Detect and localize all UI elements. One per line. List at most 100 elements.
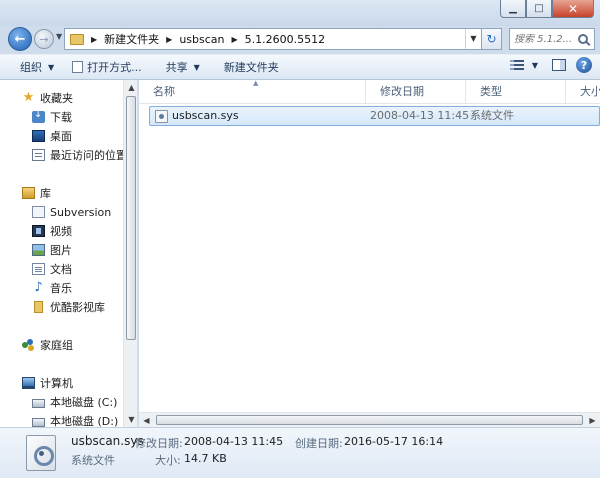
nav-item-drive-d[interactable]: 本地磁盘 (D:) xyxy=(32,412,118,427)
open-with-label: 打开方式... xyxy=(87,61,142,74)
column-type-label: 类型 xyxy=(480,85,502,98)
nav-pane-scrollbar[interactable]: ▲ ▼ xyxy=(123,80,137,427)
breadcrumb-separator[interactable]: ▶ xyxy=(166,35,172,44)
document-icon xyxy=(32,263,45,275)
share-button[interactable]: 共享 ▼ xyxy=(160,56,206,78)
subversion-icon xyxy=(32,206,45,218)
forward-arrow-icon: → xyxy=(39,32,49,46)
nav-computer-label: 计算机 xyxy=(40,377,73,390)
star-icon: ★ xyxy=(22,90,35,105)
column-header-modified[interactable]: 修改日期 xyxy=(366,80,466,104)
nav-homegroup[interactable]: 家庭组 xyxy=(22,336,73,354)
nav-item-label: 最近访问的位置 xyxy=(50,149,127,162)
back-button[interactable]: ← xyxy=(8,27,32,51)
search-input[interactable] xyxy=(514,33,576,45)
address-bar-controls: ▼ ↻ xyxy=(465,29,501,49)
organize-label: 组织 xyxy=(20,61,42,74)
new-folder-button[interactable]: 新建文件夹 xyxy=(218,56,285,78)
details-size-value: 14.7 KB xyxy=(184,452,227,465)
file-list-horizontal-scrollbar[interactable]: ◀ ▶ xyxy=(139,412,600,427)
nav-libraries-label: 库 xyxy=(40,187,51,200)
recent-places-icon xyxy=(32,149,45,161)
file-row[interactable]: usbscan.sys 2008-04-13 11:45 系统文件 xyxy=(149,106,600,126)
breadcrumb-separator[interactable]: ▶ xyxy=(91,35,97,44)
nav-item-label: 视频 xyxy=(50,225,72,238)
navigation-pane: ★ 收藏夹 下载 桌面 最近访问的位置 库 Subversion 视频 图片 文… xyxy=(0,80,138,427)
view-options-dropdown[interactable]: ▼ xyxy=(532,61,538,70)
address-bar[interactable]: ▶ 新建文件夹 ▶ usbscan ▶ 5.1.2600.5512 ▼ ↻ xyxy=(64,28,502,50)
refresh-button[interactable]: ↻ xyxy=(481,29,501,49)
change-view-icon[interactable] xyxy=(509,59,524,71)
computer-icon xyxy=(22,377,35,389)
scroll-right-arrow[interactable]: ▶ xyxy=(585,413,600,427)
nav-item-label: 优酷影视库 xyxy=(50,301,105,314)
details-modified-value: 2008-04-13 11:45 xyxy=(184,435,284,448)
nav-item-videos[interactable]: 视频 xyxy=(32,222,72,240)
address-history-dropdown[interactable]: ▼ xyxy=(465,29,481,49)
details-modified-label: 修改日期: xyxy=(135,437,183,450)
nav-favorites[interactable]: ★ 收藏夹 xyxy=(22,89,73,107)
nav-item-desktop[interactable]: 桌面 xyxy=(32,127,72,145)
nav-item-subversion[interactable]: Subversion xyxy=(32,203,111,221)
breadcrumb-usbscan[interactable]: usbscan xyxy=(179,33,224,46)
download-icon xyxy=(32,109,45,123)
column-name-label: 名称 xyxy=(153,85,175,98)
command-toolbar: 组织 ▼ 打开方式... 共享 ▼ 新建文件夹 ▼ ? xyxy=(0,54,600,80)
nav-libraries[interactable]: 库 xyxy=(22,184,51,202)
nav-item-label: 音乐 xyxy=(50,282,72,295)
breadcrumb-version[interactable]: 5.1.2600.5512 xyxy=(245,33,325,46)
homegroup-icon xyxy=(22,339,35,351)
nav-item-label: Subversion xyxy=(50,205,112,219)
title-bar: ▁ □ ✕ xyxy=(0,0,600,26)
chevron-down-icon: ▼ xyxy=(48,62,55,72)
back-arrow-icon: ← xyxy=(14,31,26,47)
scrollbar-thumb[interactable] xyxy=(126,96,136,340)
navigation-bar: ← → ▼ ▶ 新建文件夹 ▶ usbscan ▶ 5.1.2600.5512 … xyxy=(0,26,600,54)
share-label: 共享 xyxy=(165,61,188,74)
library-icon xyxy=(22,187,35,199)
nav-item-youku-library[interactable]: 优酷影视库 xyxy=(32,298,105,316)
close-button[interactable]: ✕ xyxy=(552,0,594,18)
hard-drive-icon xyxy=(32,417,45,427)
help-icon[interactable]: ? xyxy=(576,57,592,73)
details-created-value: 2016-05-17 16:14 xyxy=(344,435,444,448)
column-modified-label: 修改日期 xyxy=(380,85,424,98)
scroll-up-arrow[interactable]: ▲ xyxy=(124,80,137,95)
nav-item-label: 文档 xyxy=(50,263,72,276)
nav-item-drive-c[interactable]: 本地磁盘 (C:) xyxy=(32,393,117,411)
open-with-button[interactable]: 打开方式... xyxy=(66,56,148,78)
scroll-down-arrow[interactable]: ▼ xyxy=(124,412,137,427)
maximize-button[interactable]: □ xyxy=(526,0,552,18)
nav-item-label: 本地磁盘 (D:) xyxy=(50,415,119,427)
column-header-type[interactable]: 类型 xyxy=(466,80,566,104)
scrollbar-thumb[interactable] xyxy=(156,415,583,425)
system-file-icon xyxy=(155,110,168,123)
forward-button[interactable]: → xyxy=(34,29,54,49)
search-icon[interactable] xyxy=(578,34,588,44)
nav-item-documents[interactable]: 文档 xyxy=(32,260,72,278)
nav-item-recent-places[interactable]: 最近访问的位置 xyxy=(32,146,127,164)
scroll-left-arrow[interactable]: ◀ xyxy=(139,413,154,427)
nav-computer[interactable]: 计算机 xyxy=(22,374,73,392)
details-file-name: usbscan.sys xyxy=(71,434,144,448)
column-header-size[interactable]: 大小 xyxy=(566,80,600,104)
breadcrumb-new-folder[interactable]: 新建文件夹 xyxy=(104,31,159,47)
hard-drive-icon xyxy=(32,398,45,408)
minimize-button[interactable]: ▁ xyxy=(500,0,526,18)
folder-icon xyxy=(34,301,43,313)
column-header-name[interactable]: ▲ 名称 xyxy=(139,80,366,104)
nav-item-downloads[interactable]: 下载 xyxy=(32,108,72,126)
search-box[interactable] xyxy=(509,28,595,50)
breadcrumb-separator[interactable]: ▶ xyxy=(232,35,238,44)
organize-button[interactable]: 组织 ▼ xyxy=(14,56,60,78)
nav-item-pictures[interactable]: 图片 xyxy=(32,241,72,259)
file-list-pane: ▲ 名称 修改日期 类型 大小 usbscan.sys 2008-04-13 1… xyxy=(139,80,600,427)
details-size-label: 大小: xyxy=(155,454,181,467)
nav-item-music[interactable]: ♪ 音乐 xyxy=(32,279,72,297)
recent-pages-dropdown[interactable]: ▼ xyxy=(56,32,62,41)
preview-pane-icon[interactable] xyxy=(552,59,566,71)
chevron-down-icon: ▼ xyxy=(193,62,200,72)
video-icon xyxy=(32,225,45,237)
sort-ascending-icon: ▲ xyxy=(253,80,259,87)
music-note-icon: ♪ xyxy=(34,280,43,295)
